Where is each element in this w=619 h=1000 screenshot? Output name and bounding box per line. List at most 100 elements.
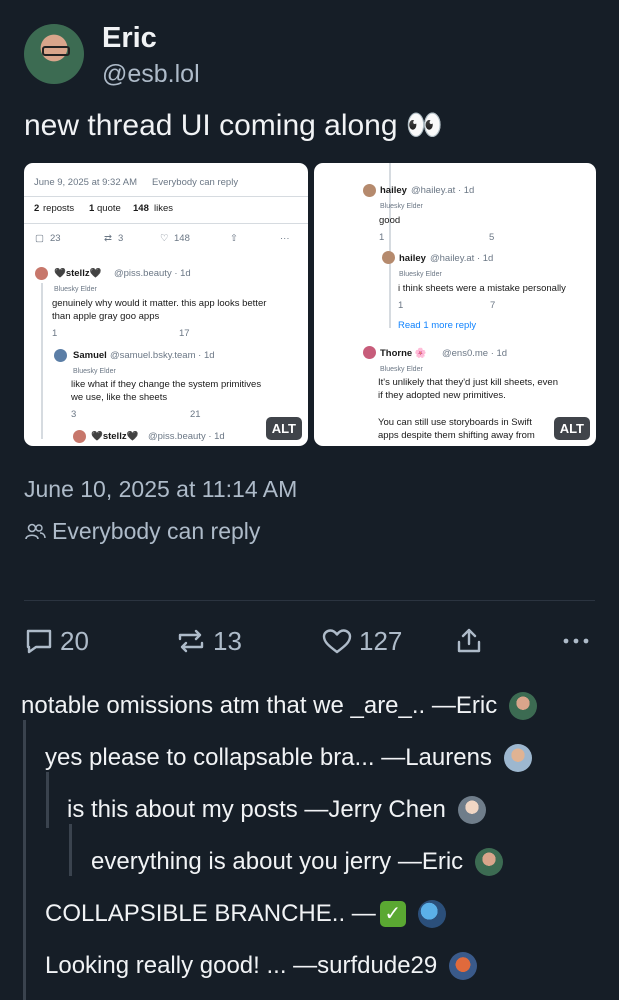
img1-p1-text-1: genuinely why would it matter. this app … xyxy=(52,298,267,309)
img1-date: June 9, 2025 at 9:32 AM xyxy=(34,177,137,188)
img1-likes-count: 148 xyxy=(133,203,149,214)
img1-p1-name: 🖤stellz🖤 xyxy=(54,268,102,279)
img2-q1-badge: Bluesky Elder xyxy=(380,203,423,210)
img1-thread-line xyxy=(41,283,43,439)
post-timestamp: June 10, 2025 at 11:14 AM xyxy=(24,476,298,502)
like-count: 127 xyxy=(359,625,403,656)
img1-reply-icon: ▢ xyxy=(35,233,44,244)
thread-line-level-2 xyxy=(46,772,49,828)
img1-stat-reposts: 3 xyxy=(118,233,124,244)
people-icon xyxy=(25,523,46,539)
thread-item[interactable]: is this about my posts —Jerry Chen xyxy=(67,796,486,824)
author-display-name[interactable]: Eric xyxy=(102,22,200,55)
img2-q3-name: Thorne 🌸 xyxy=(380,348,427,359)
img2-q2-text: i think sheets were a mistake personally xyxy=(398,283,566,294)
img1-p2-avatar xyxy=(54,349,67,362)
img2-q1-likes: 5 xyxy=(489,232,495,243)
more-icon xyxy=(563,638,589,644)
img2-q1-avatar xyxy=(363,184,376,197)
repost-button[interactable]: 13 xyxy=(175,626,321,657)
img1-p1-handle: @piss.beauty · 1d xyxy=(114,268,191,279)
img1-stat-likes: 148 xyxy=(174,233,190,244)
img1-repost-icon: ⇄ xyxy=(104,233,112,244)
img1-alt-badge[interactable]: ALT xyxy=(265,417,302,440)
img1-p1-replies: 1 xyxy=(52,328,58,339)
img2-q2-handle: @hailey.at · 1d xyxy=(430,253,494,264)
thread-item[interactable]: notable omissions atm that we _are_.. —E… xyxy=(21,692,538,720)
repost-count: 13 xyxy=(213,625,242,656)
img1-p2-name: Samuel xyxy=(73,350,107,361)
img1-reposts-label: reposts xyxy=(43,203,75,214)
divider xyxy=(24,600,595,601)
thread-item[interactable]: Looking really good! ... —surfdude29 xyxy=(45,952,478,980)
img2-q3-avatar xyxy=(363,346,376,359)
author-names: Eric @esb.lol xyxy=(102,22,200,89)
thread-item-text: is this about my posts —Jerry Chen xyxy=(67,796,446,823)
img2-q1-handle: @hailey.at · 1d xyxy=(411,185,475,196)
thread-line-level-1 xyxy=(23,720,26,1000)
img1-quotes-count: 1 xyxy=(89,203,95,214)
img1-p1-text-2: than apple gray goo apps xyxy=(52,311,160,322)
post-image-1[interactable]: June 9, 2025 at 9:32 AM Everybody can re… xyxy=(24,163,308,446)
img2-q3-text-1: It's unlikely that they'd just kill shee… xyxy=(378,377,558,388)
post-image-2[interactable]: hailey @hailey.at · 1d Bluesky Elder goo… xyxy=(314,163,596,446)
author-avatar[interactable] xyxy=(24,24,84,84)
reply-setting-label: Everybody can reply xyxy=(52,518,261,544)
thread-item[interactable]: yes please to collapsable bra... —Lauren… xyxy=(45,744,532,772)
thread-line-level-3 xyxy=(69,824,72,876)
img2-q1-text: good xyxy=(379,215,401,226)
img1-more-icon: ··· xyxy=(280,233,290,244)
thread-item[interactable]: COLLAPSIBLE BRANCHE.. — ✓ xyxy=(45,900,446,928)
thread-item-text: COLLAPSIBLE BRANCHE.. — xyxy=(45,900,376,927)
thread-item-avatar xyxy=(509,692,538,720)
thread-item-avatar xyxy=(475,848,504,876)
thread-item-text: everything is about you jerry —Eric xyxy=(91,848,464,875)
img1-p2-handle: @samuel.bsky.team · 1d xyxy=(110,350,215,361)
check-mark-icon: ✓ xyxy=(379,901,406,927)
img1-likes-label: likes xyxy=(154,203,174,214)
img1-p2-replies: 3 xyxy=(71,409,77,420)
img1-p2-likes: 21 xyxy=(190,409,201,420)
img2-q2-badge: Bluesky Elder xyxy=(399,271,442,278)
reply-setting: Everybody can reply xyxy=(24,518,260,545)
reply-count: 20 xyxy=(60,625,89,656)
thread-item[interactable]: everything is about you jerry —Eric xyxy=(91,848,504,876)
repost-icon xyxy=(178,629,204,653)
img2-q2-replies: 1 xyxy=(398,300,404,311)
post-header: Eric @esb.lol xyxy=(24,22,200,89)
like-button[interactable]: 127 xyxy=(321,626,455,657)
img1-p2-badge: Bluesky Elder xyxy=(73,368,116,375)
img1-heart-icon: ♡ xyxy=(160,233,169,244)
img1-p1-avatar xyxy=(35,267,48,280)
img2-q3-text-4: apps despite them shifting away from xyxy=(378,430,535,441)
img1-reposts-count: 2 xyxy=(34,203,40,214)
thread-item-avatar xyxy=(449,952,478,980)
img2-q1-name: hailey xyxy=(380,185,407,196)
share-button[interactable] xyxy=(455,627,555,655)
img1-stat-replies: 23 xyxy=(50,233,61,244)
img2-q2-avatar xyxy=(382,251,395,264)
img2-q3-handle: @ens0.me · 1d xyxy=(442,348,508,359)
author-handle[interactable]: @esb.lol xyxy=(102,60,200,89)
img1-divider xyxy=(24,196,308,197)
img2-q3-badge: Bluesky Elder xyxy=(380,366,423,373)
img2-read-more: Read 1 more reply xyxy=(398,320,477,331)
img2-q2-likes: 7 xyxy=(490,300,496,311)
heart-icon xyxy=(322,629,352,654)
thread-item-text: Looking really good! ... —surfdude29 xyxy=(45,952,438,979)
img2-q3-text-3: You can still use storyboards in Swift xyxy=(378,417,532,428)
img1-p3-name: 🖤stellz🖤 xyxy=(91,431,139,442)
img1-quotes-label: quote xyxy=(97,203,121,214)
reply-icon xyxy=(26,629,52,654)
img2-q3-text-2: if they adopted new primitives. xyxy=(378,390,506,401)
thread-item-avatar xyxy=(417,900,446,928)
img2-q2-name: hailey xyxy=(399,253,426,264)
share-icon xyxy=(457,628,481,653)
img1-share-icon: ⇧ xyxy=(230,233,238,244)
thread-item-text: notable omissions atm that we _are_.. —E… xyxy=(21,692,498,719)
thread-item-avatar xyxy=(457,796,486,824)
reply-button[interactable]: 20 xyxy=(24,626,175,657)
post-text: new thread UI coming along 👀 xyxy=(24,109,444,142)
more-options-button[interactable] xyxy=(563,636,595,646)
img2-alt-badge[interactable]: ALT xyxy=(553,417,590,440)
